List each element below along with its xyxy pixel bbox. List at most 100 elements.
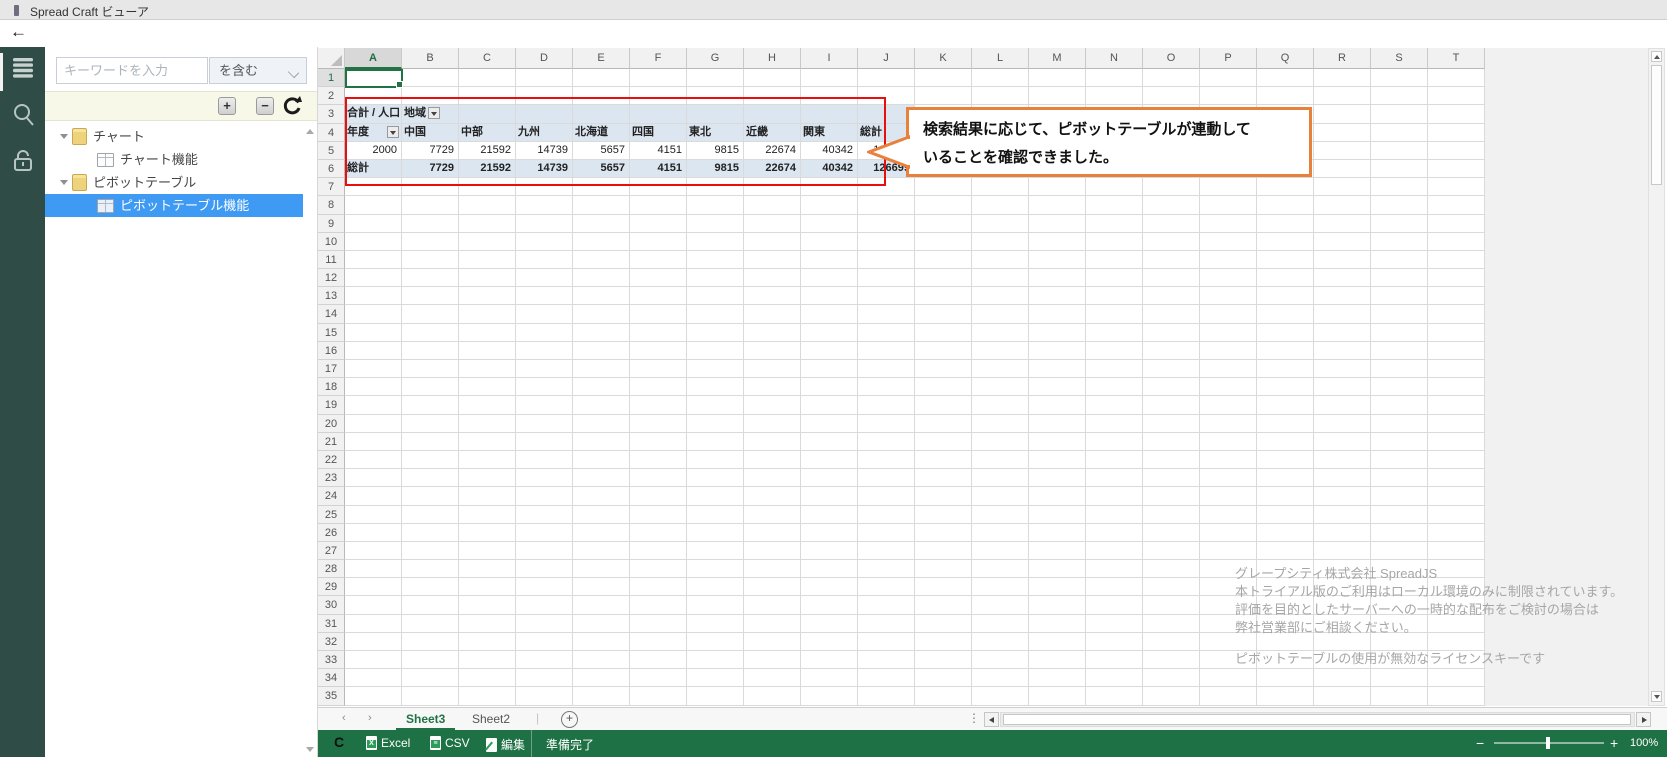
column-header-G[interactable]: G [687,48,744,69]
cell-P20[interactable] [1200,415,1257,433]
cell-N14[interactable] [1086,305,1143,323]
cell-Q14[interactable] [1257,305,1314,323]
cell-M14[interactable] [1029,305,1086,323]
cell-F17[interactable] [630,360,687,378]
row-header-35[interactable]: 35 [318,687,345,705]
cell-F8[interactable] [630,196,687,214]
cell-L33[interactable] [972,651,1029,669]
cell-L10[interactable] [972,233,1029,251]
zoom-slider-handle[interactable] [1546,737,1550,749]
column-header-P[interactable]: P [1200,48,1257,69]
cell-I20[interactable] [801,415,858,433]
hscroll-left-button[interactable] [984,712,999,727]
cell-R9[interactable] [1314,215,1371,233]
cell-J21[interactable] [858,433,915,451]
cell-M10[interactable] [1029,233,1086,251]
sheet-tab-Sheet3[interactable]: Sheet3 [396,708,455,730]
cell-B28[interactable] [402,560,459,578]
cell-R1[interactable] [1314,69,1371,87]
cell-F12[interactable] [630,269,687,287]
cell-T17[interactable] [1428,360,1485,378]
cell-K9[interactable] [915,215,972,233]
cell-R15[interactable] [1314,324,1371,342]
cell-G16[interactable] [687,342,744,360]
cell-A24[interactable] [345,487,402,505]
cell-I25[interactable] [801,506,858,524]
cell-S26[interactable] [1371,524,1428,542]
cell-G21[interactable] [687,433,744,451]
cell-C15[interactable] [459,324,516,342]
cell-H11[interactable] [744,251,801,269]
cell-E25[interactable] [573,506,630,524]
cell-F30[interactable] [630,596,687,614]
cell-L22[interactable] [972,451,1029,469]
column-header-I[interactable]: I [801,48,858,69]
cell-N28[interactable] [1086,560,1143,578]
cell-B21[interactable] [402,433,459,451]
cell-D11[interactable] [516,251,573,269]
cell-L1[interactable] [972,69,1029,87]
cell-S4[interactable] [1371,124,1428,142]
expanded-arrow-icon[interactable] [60,180,68,185]
vertical-scrollbar[interactable] [1648,48,1665,706]
cell-A15[interactable] [345,324,402,342]
cell-A33[interactable] [345,651,402,669]
cell-Q22[interactable] [1257,451,1314,469]
cell-K30[interactable] [915,596,972,614]
cell-A28[interactable] [345,560,402,578]
cell-I1[interactable] [801,69,858,87]
cell-E16[interactable] [573,342,630,360]
cell-M21[interactable] [1029,433,1086,451]
back-button[interactable]: ← [10,22,27,42]
cell-D25[interactable] [516,506,573,524]
cell-B30[interactable] [402,596,459,614]
cell-S14[interactable] [1371,305,1428,323]
cell-L29[interactable] [972,578,1029,596]
cell-O32[interactable] [1143,633,1200,651]
row-header-25[interactable]: 25 [318,506,345,524]
cell-L25[interactable] [972,506,1029,524]
cell-Q2[interactable] [1257,87,1314,105]
cell-H32[interactable] [744,633,801,651]
cell-G9[interactable] [687,215,744,233]
column-header-N[interactable]: N [1086,48,1143,69]
column-header-F[interactable]: F [630,48,687,69]
cell-H12[interactable] [744,269,801,287]
cell-O16[interactable] [1143,342,1200,360]
cell-M35[interactable] [1029,687,1086,705]
cell-A29[interactable] [345,578,402,596]
cell-J10[interactable] [858,233,915,251]
cell-Q8[interactable] [1257,196,1314,214]
row-header-4[interactable]: 4 [318,124,345,142]
cell-A11[interactable] [345,251,402,269]
refresh-icon[interactable] [282,95,302,117]
cell-Q35[interactable] [1257,687,1314,705]
horizontal-scroll-thumb[interactable] [1003,714,1631,725]
cell-G32[interactable] [687,633,744,651]
cell-O23[interactable] [1143,469,1200,487]
cell-H17[interactable] [744,360,801,378]
cell-T16[interactable] [1428,342,1485,360]
row-header-12[interactable]: 12 [318,269,345,287]
cell-R25[interactable] [1314,506,1371,524]
cell-B16[interactable] [402,342,459,360]
row-header-14[interactable]: 14 [318,305,345,323]
cell-F21[interactable] [630,433,687,451]
row-header-2[interactable]: 2 [318,87,345,105]
cell-R14[interactable] [1314,305,1371,323]
cell-C13[interactable] [459,287,516,305]
cell-F28[interactable] [630,560,687,578]
cell-D9[interactable] [516,215,573,233]
cell-D1[interactable] [516,69,573,87]
cell-C27[interactable] [459,542,516,560]
cell-I14[interactable] [801,305,858,323]
cell-P13[interactable] [1200,287,1257,305]
cell-L15[interactable] [972,324,1029,342]
cell-G30[interactable] [687,596,744,614]
cell-E29[interactable] [573,578,630,596]
cell-A8[interactable] [345,196,402,214]
cell-J33[interactable] [858,651,915,669]
cell-A14[interactable] [345,305,402,323]
cell-R4[interactable] [1314,124,1371,142]
cell-C20[interactable] [459,415,516,433]
